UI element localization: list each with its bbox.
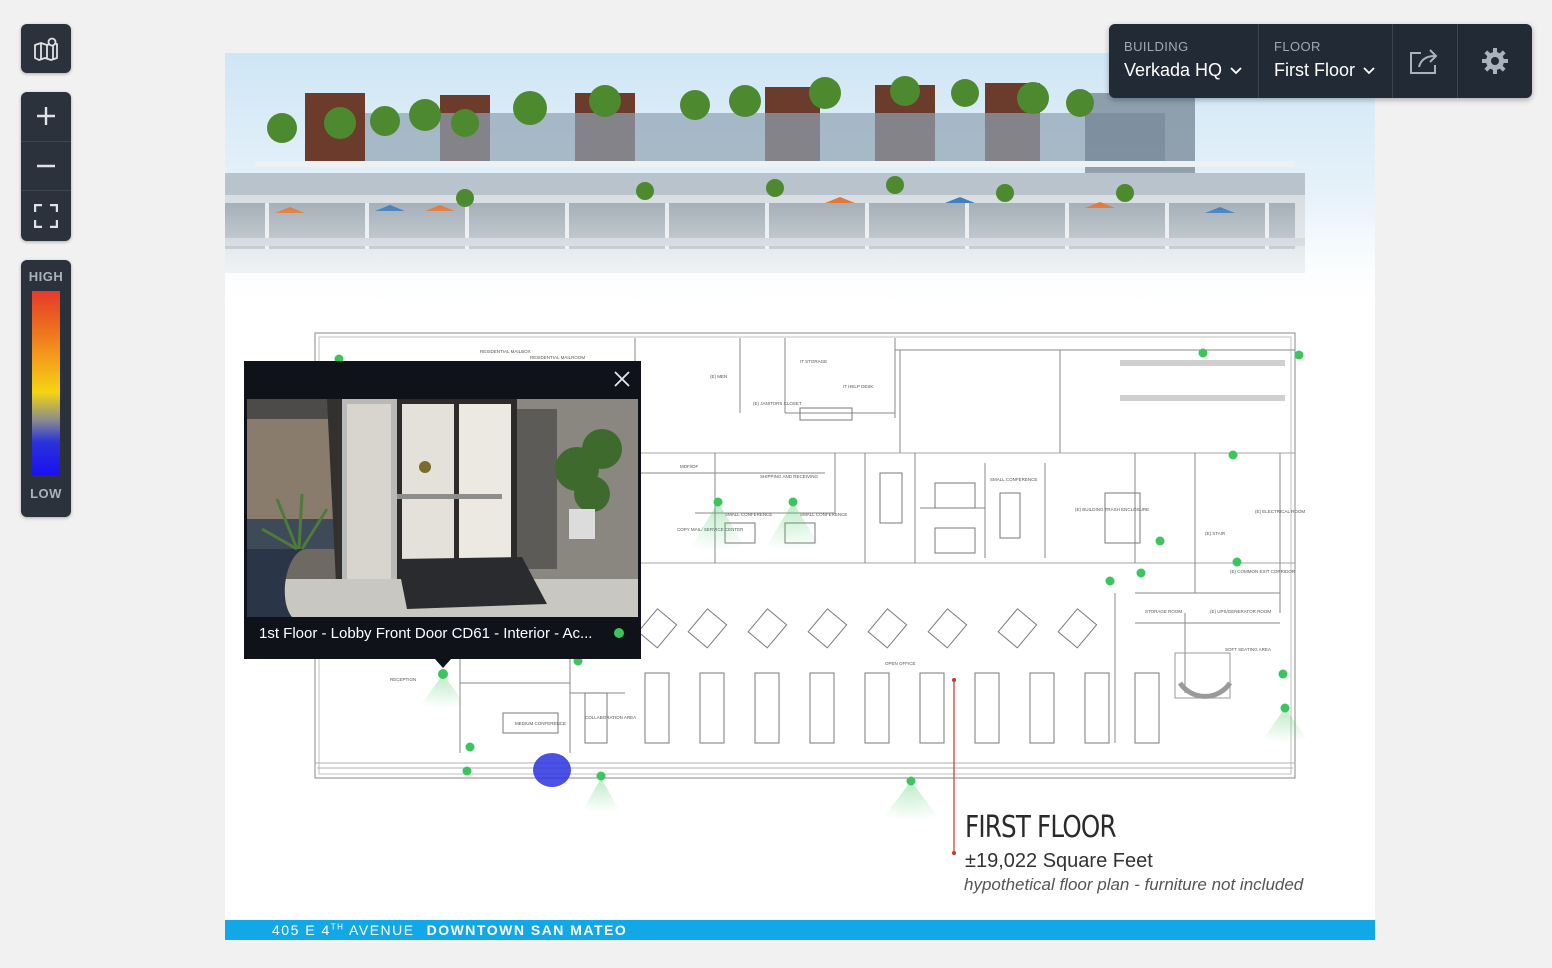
- room-label: (E) JANITORS CLOSET: [753, 401, 802, 406]
- room-label: (E) UPS/GENERATOR ROOM: [1210, 609, 1271, 614]
- building-value: Verkada HQ: [1124, 60, 1223, 80]
- fullscreen-icon: [34, 203, 58, 228]
- camera-marker[interactable]: [713, 497, 723, 507]
- room-label: SMALL CONFERENCE: [990, 477, 1037, 482]
- floor-dropdown[interactable]: FLOOR First Floor: [1259, 24, 1393, 98]
- map-icon: [34, 37, 58, 61]
- camera-marker[interactable]: [906, 776, 916, 786]
- location-picker: BUILDING Verkada HQ FLOOR First Floor: [1109, 24, 1532, 98]
- zoom-controls: [21, 92, 71, 241]
- room-label: STORAGE ROOM: [1145, 609, 1182, 614]
- floor-value: First Floor: [1274, 60, 1355, 80]
- room-label: (E) MEN: [710, 374, 727, 379]
- camera-marker[interactable]: [1232, 557, 1242, 567]
- camera-name: 1st Floor - Lobby Front Door CD61 - Inte…: [259, 625, 593, 642]
- room-label: RESIDENTIAL MAILBOX: [480, 349, 531, 354]
- plus-icon: [37, 107, 55, 126]
- room-label: MEDIUM CONFERENCE: [515, 721, 566, 726]
- room-label: (E) COMMON EXIT CORRIDOR: [1230, 569, 1296, 574]
- gear-icon: [1482, 48, 1508, 74]
- room-label: IT STORAGE: [800, 359, 827, 364]
- room-label: SHIPPING AND RECEIVING: [760, 474, 819, 479]
- camera-marker[interactable]: [1280, 703, 1290, 713]
- heatmap-legend: HIGH LOW: [21, 260, 71, 517]
- map-view-button[interactable]: [21, 24, 71, 73]
- share-button[interactable]: [1393, 24, 1458, 98]
- building-label: BUILDING: [1124, 39, 1189, 54]
- camera-marker[interactable]: [1278, 669, 1288, 679]
- camera-marker[interactable]: [1294, 350, 1304, 360]
- room-label: (E) STAIR: [1205, 531, 1226, 536]
- floorplan-square-feet: ±19,022 Square Feet: [965, 850, 1153, 872]
- camera-marker[interactable]: [596, 771, 606, 781]
- camera-status-indicator: [614, 628, 624, 638]
- close-icon[interactable]: [613, 370, 631, 388]
- heatmap-low-label: LOW: [30, 486, 62, 501]
- room-label: MDF/IDF: [680, 464, 698, 469]
- building-dropdown[interactable]: BUILDING Verkada HQ: [1109, 24, 1259, 98]
- address-city: DOWNTOWN SAN MATEO: [426, 922, 628, 938]
- floorplan-note: hypothetical floor plan - furniture not …: [964, 875, 1304, 894]
- room-label: SOFT SEATING AREA: [1225, 647, 1271, 652]
- room-label: OPEN OFFICE: [885, 661, 916, 666]
- zoom-in-button[interactable]: [21, 92, 71, 142]
- floorplan-title: FIRST FLOOR: [965, 810, 1117, 845]
- room-label: RECEPTION: [390, 677, 416, 682]
- camera-thumbnail[interactable]: [247, 399, 638, 617]
- camera-preview-popup: 1st Floor - Lobby Front Door CD61 - Inte…: [244, 361, 641, 668]
- room-label: RESIDENTIAL MAILROOM: [530, 355, 585, 360]
- fit-to-screen-button[interactable]: [21, 191, 71, 241]
- camera-marker[interactable]: [462, 766, 472, 776]
- zoom-out-button[interactable]: [21, 142, 71, 191]
- heatmap-blob: [533, 753, 571, 787]
- room-label: COLLABORATION AREA: [585, 715, 636, 720]
- camera-marker[interactable]: [1198, 348, 1208, 358]
- chevron-down-icon: [1363, 66, 1375, 74]
- heatmap-high-label: HIGH: [28, 269, 64, 284]
- room-label: SMALL CONFERENCE: [800, 512, 847, 517]
- camera-marker[interactable]: [1155, 536, 1165, 546]
- chevron-down-icon: [1230, 66, 1242, 74]
- minus-icon: [37, 164, 55, 167]
- room-label: IT HELP DESK: [843, 384, 873, 389]
- share-icon: [1410, 49, 1438, 74]
- address-banner: 405 E 4TH AVENUE DOWNTOWN SAN MATEO: [225, 920, 1375, 940]
- camera-marker[interactable]: [1136, 568, 1146, 578]
- camera-marker-selected[interactable]: [438, 669, 448, 679]
- camera-marker[interactable]: [1105, 576, 1115, 586]
- floorplan-viewer: HIGH LOW RESIDENTIAL MAILBOX RESIDENTIAL…: [0, 0, 1552, 968]
- heatmap-gradient: [32, 291, 60, 475]
- floor-label: FLOOR: [1274, 39, 1321, 54]
- camera-marker[interactable]: [465, 742, 475, 752]
- camera-marker[interactable]: [788, 497, 798, 507]
- settings-button[interactable]: [1458, 24, 1532, 98]
- room-label: (E) ELECTRICAL ROOM: [1255, 509, 1305, 514]
- camera-marker[interactable]: [1228, 450, 1238, 460]
- address-street: 405 E 4TH AVENUE: [272, 922, 415, 938]
- popup-pointer: [435, 659, 451, 668]
- room-label: SMALL CONFERENCE: [725, 512, 772, 517]
- room-label: (E) BUILDING TRASH ENCLOSURE: [1075, 507, 1149, 512]
